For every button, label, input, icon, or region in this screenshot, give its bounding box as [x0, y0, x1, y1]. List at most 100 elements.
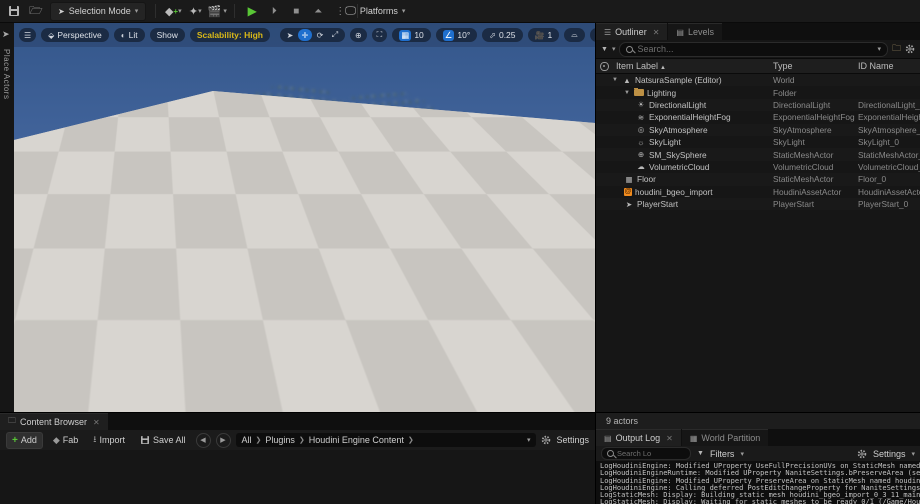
outliner-search-row: ▼ ▾ Search... ▾ 🗀	[596, 40, 920, 58]
filter-chevron[interactable]: ▾	[612, 45, 616, 53]
add-button[interactable]: +Add	[6, 432, 43, 449]
selection-mode-dropdown[interactable]: ➤ Selection Mode ▾	[50, 2, 146, 21]
tab-levels[interactable]: ▤ Levels	[668, 23, 722, 40]
table-row[interactable]: ▼▲NatsuraSample (Editor)World	[596, 74, 920, 86]
outliner-search-placeholder: Search...	[637, 44, 673, 54]
view-mode-dropdown[interactable]: ◐Lit	[114, 28, 145, 42]
table-row[interactable]: ☼SkyLightSkyLightSkyLight_0	[596, 136, 920, 148]
breadcrumb[interactable]: All❯Plugins❯Houdini Engine Content❯▾	[236, 433, 537, 447]
breadcrumb-item[interactable]: Plugins	[265, 435, 295, 445]
row-label-cell: ⊕SM_SkySphere	[596, 150, 773, 160]
log-settings-label[interactable]: Settings	[873, 449, 906, 459]
viewport-options-menu[interactable]: ☰	[19, 28, 36, 42]
row-label-cell: ➤PlayerStart	[596, 199, 773, 209]
perspective-dropdown[interactable]: ⬙Perspective	[41, 28, 109, 42]
table-row[interactable]: ➤PlayerStartPlayerStartPlayerStart_0	[596, 198, 920, 210]
table-row[interactable]: ☁VolumetricCloudVolumetricCloudVolumetri…	[596, 161, 920, 173]
cinematics-button[interactable]: 🎬▾	[209, 3, 225, 19]
output-log-icon: ▤	[604, 434, 612, 443]
outliner-search-input[interactable]: Search... ▾	[619, 42, 888, 57]
launch-button[interactable]: ⏶	[310, 3, 326, 19]
select-tool[interactable]: ➤	[283, 29, 297, 41]
show-dropdown[interactable]: Show	[150, 28, 185, 42]
play-button[interactable]: ▶	[244, 3, 260, 19]
log-search-input[interactable]: Search Lo	[601, 447, 691, 460]
scalability-warning[interactable]: Scalability: High	[190, 28, 270, 42]
log-output[interactable]: LogHoudiniEngine: Modified UProperty Use…	[596, 461, 920, 504]
grid-snap-control[interactable]: ▦10	[392, 28, 431, 42]
breadcrumb-item[interactable]: Houdini Engine Content	[309, 435, 404, 445]
close-icon[interactable]: ✕	[93, 418, 100, 427]
platforms-icon: 🖵	[345, 5, 356, 18]
rotation-snap-icon: ∠	[443, 30, 455, 41]
plus-icon: +	[12, 435, 18, 446]
content-browser-panel: 🗀 Content Browser ✕ +Add ◆Fab ⭳Import Sa…	[0, 412, 595, 504]
table-row[interactable]: @houdini_bgeo_importHoudiniAssetActorHou…	[596, 186, 920, 198]
tab-content-browser[interactable]: 🗀 Content Browser ✕	[0, 413, 108, 430]
table-row[interactable]: ◎SkyAtmosphereSkyAtmosphereSkyAtmosphere…	[596, 124, 920, 136]
tab-world-partition[interactable]: ▦ World Partition	[682, 429, 768, 446]
world-local-toggle[interactable]: ⊕	[350, 28, 367, 42]
visibility-column-icon[interactable]	[600, 62, 609, 71]
cb-settings-icon[interactable]	[541, 435, 551, 445]
breadcrumb-separator-icon: ❯	[408, 436, 414, 444]
column-id-name[interactable]: ID Name	[858, 61, 920, 71]
breadcrumb-separator-icon: ❯	[299, 436, 305, 444]
row-label-cell: @houdini_bgeo_import	[596, 187, 773, 197]
blueprints-button[interactable]: ✦▾	[187, 3, 203, 19]
scale-tool[interactable]: ⤢	[328, 29, 342, 41]
new-folder-icon[interactable]: 🗀	[892, 41, 901, 57]
import-button[interactable]: ⭳Import	[88, 433, 130, 448]
fab-button[interactable]: ◆Fab	[48, 433, 83, 448]
forward-button[interactable]: ▶	[216, 433, 231, 448]
row-id-cell: PlayerStart_0	[858, 199, 920, 209]
output-log-panel: ▤ Output Log ✕ ▦ World Partition Search …	[595, 429, 920, 504]
move-tool[interactable]: ✛	[298, 29, 312, 41]
column-item-label[interactable]: Item Label▲	[612, 61, 773, 71]
surface-snap-toggle[interactable]: ⛶	[372, 28, 388, 42]
filter-icon[interactable]: ▼	[601, 46, 608, 53]
levels-icon: ▤	[676, 28, 684, 37]
save-all-button[interactable]: Save All	[135, 433, 191, 448]
frame-skip-button[interactable]: ⏵	[266, 3, 282, 19]
save-icon[interactable]	[6, 3, 22, 19]
column-type[interactable]: Type	[773, 61, 858, 71]
breadcrumb-item[interactable]: All	[242, 435, 252, 445]
show-label: Show	[157, 30, 178, 40]
add-actor-button[interactable]: ◆+▾	[165, 3, 181, 19]
row-label-cell: ▼Lighting	[596, 88, 773, 98]
filters-dropdown[interactable]: Filters	[710, 449, 735, 459]
scale-snap-control[interactable]: ⬀0.25	[482, 28, 522, 42]
cb-settings-label[interactable]: Settings	[556, 435, 589, 445]
level-viewport[interactable]: ☰ ⬙Perspective ◐Lit Show Scalability: Hi…	[14, 23, 595, 412]
table-row[interactable]: ≋ExponentialHeightFogExponentialHeightFo…	[596, 111, 920, 123]
browse-content-icon[interactable]: 🗁	[28, 3, 44, 19]
stop-button[interactable]: ■	[288, 3, 304, 19]
tab-output-log-label: Output Log	[616, 433, 661, 443]
log-settings-icon[interactable]	[857, 449, 867, 459]
expander-icon[interactable]: ▼	[612, 77, 619, 83]
close-icon[interactable]: ✕	[666, 434, 673, 443]
cursor-icon: ➤	[58, 7, 65, 16]
back-button[interactable]: ◀	[196, 433, 211, 448]
table-row[interactable]: ▼LightingFolder	[596, 86, 920, 98]
transform-tools: ➤ ✛ ⟳ ⤢	[280, 28, 345, 42]
row-type-cell: SkyAtmosphere	[773, 125, 858, 135]
tab-outliner[interactable]: ☰ Outliner ✕	[596, 23, 667, 40]
expander-icon[interactable]: ▼	[624, 90, 631, 96]
outliner-header: Item Label▲ Type ID Name	[596, 58, 920, 74]
table-row[interactable]: ⊕SM_SkySphereStaticMeshActorStaticMeshAc…	[596, 148, 920, 160]
table-row[interactable]: ☀DirectionalLightDirectionalLightDirecti…	[596, 99, 920, 111]
close-icon[interactable]: ✕	[653, 28, 660, 37]
chevron-down-icon[interactable]: ▾	[527, 436, 531, 444]
place-actors-sidebar[interactable]: ➤ Place Actors	[0, 23, 15, 412]
row-label-text: ExponentialHeightFog	[649, 112, 731, 122]
rotate-tool[interactable]: ⟳	[313, 29, 327, 41]
rotation-snap-control[interactable]: ∠10°	[436, 28, 477, 42]
camera-view-button[interactable]: ⌓	[564, 28, 584, 42]
platforms-dropdown[interactable]: 🖵 Platforms ▾	[367, 3, 383, 19]
outliner-settings-icon[interactable]	[905, 44, 915, 54]
tab-output-log[interactable]: ▤ Output Log ✕	[596, 429, 681, 446]
table-row[interactable]: ▦FloorStaticMeshActorFloor_0	[596, 173, 920, 185]
camera-speed-control[interactable]: 🎥1	[528, 28, 560, 42]
